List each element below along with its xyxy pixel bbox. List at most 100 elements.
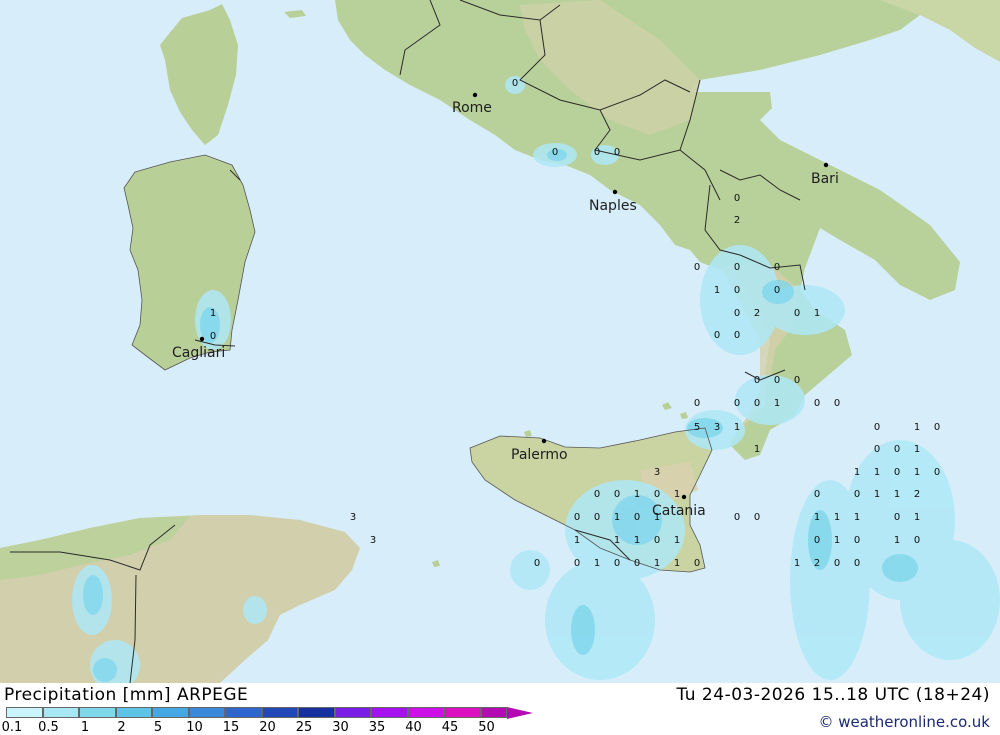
legend-swatch [115, 707, 152, 718]
precipitation-map: Rome Naples Bari Cagliari Palermo Catani… [0, 0, 1000, 683]
precip-value: 0 [614, 558, 620, 569]
precip-value: 1 [674, 535, 680, 546]
precip-value: 0 [854, 535, 860, 546]
legend-swatch [152, 707, 189, 718]
precip-value: 0 [734, 330, 740, 341]
city-label-rome: Rome [452, 100, 492, 116]
precip-value: 0 [874, 422, 880, 433]
precip-value: 1 [814, 512, 820, 523]
precip-value: 1 [594, 558, 600, 569]
precip-value: 3 [714, 422, 720, 433]
precip-value: 0 [734, 262, 740, 273]
precip-value: 0 [794, 308, 800, 319]
precip-value: 0 [754, 398, 760, 409]
precip-value: 0 [734, 398, 740, 409]
precip-value: 0 [734, 193, 740, 204]
precip-value: 0 [774, 262, 780, 273]
precip-value: 1 [654, 558, 660, 569]
precip-value: 1 [574, 535, 580, 546]
precip-value: 1 [794, 558, 800, 569]
precip-value: 1 [834, 535, 840, 546]
precip-value: 1 [634, 489, 640, 500]
precip-value: 0 [210, 331, 216, 342]
legend-swatch [480, 707, 507, 718]
precip-value: 0 [794, 375, 800, 386]
precip-value: 0 [894, 444, 900, 455]
legend-swatch [225, 707, 262, 718]
precip-value: 1 [914, 467, 920, 478]
precip-value: 0 [854, 558, 860, 569]
city-label-bari: Bari [811, 171, 839, 187]
precip-value: 0 [814, 535, 820, 546]
precip-value: 1 [914, 444, 920, 455]
precip-value: 1 [854, 512, 860, 523]
map-canvas: Rome Naples Bari Cagliari Palermo Catani… [0, 0, 1000, 683]
legend-swatch [261, 707, 298, 718]
precip-value: 1 [210, 308, 216, 319]
precip-value: 1 [914, 512, 920, 523]
color-legend: 0.1 0.5 1 2 5 10 15 20 25 30 35 40 45 50 [2, 707, 533, 735]
precip-value: 1 [774, 398, 780, 409]
precip-value: 2 [914, 489, 920, 500]
map-title: Precipitation [mm] ARPEGE [4, 685, 249, 705]
legend-swatch [334, 707, 371, 718]
precip-value: 0 [814, 398, 820, 409]
precip-value: 0 [614, 147, 620, 158]
precip-value: 1 [674, 489, 680, 500]
city-label-palermo: Palermo [511, 447, 568, 463]
precip-value: 0 [734, 512, 740, 523]
legend-swatch [444, 707, 481, 718]
precip-value: 0 [754, 375, 760, 386]
precip-value: 0 [734, 285, 740, 296]
precip-value: 3 [370, 535, 376, 546]
precip-value: 1 [894, 489, 900, 500]
precip-value: 1 [614, 535, 620, 546]
legend-swatch [371, 707, 408, 718]
precip-value: 1 [654, 512, 660, 523]
precip-value: 1 [914, 422, 920, 433]
legend-swatch [6, 707, 43, 718]
precip-value: 0 [654, 535, 660, 546]
precip-value: 3 [654, 467, 660, 478]
precip-value: 1 [754, 444, 760, 455]
precip-value: 1 [714, 285, 720, 296]
precip-value: 0 [574, 512, 580, 523]
precip-value: 0 [894, 467, 900, 478]
precip-value: 0 [512, 78, 518, 89]
precip-value: 0 [634, 558, 640, 569]
precip-value: 0 [854, 489, 860, 500]
precip-value: 1 [734, 422, 740, 433]
precip-value: 1 [894, 535, 900, 546]
legend-swatch [42, 707, 79, 718]
precip-value: 0 [614, 489, 620, 500]
precip-value: 0 [934, 467, 940, 478]
precip-value: 2 [814, 558, 820, 569]
precip-value: 1 [634, 535, 640, 546]
precip-value: 0 [874, 444, 880, 455]
precip-value: 0 [594, 489, 600, 500]
map-footer: Precipitation [mm] ARPEGE Tu 24-03-2026 … [0, 683, 1000, 735]
precip-value: 0 [834, 558, 840, 569]
precip-value: 0 [594, 147, 600, 158]
precip-value: 1 [674, 558, 680, 569]
legend-arrow-icon [507, 707, 533, 719]
precip-value: 1 [834, 512, 840, 523]
precip-value: 0 [714, 330, 720, 341]
precip-value: 0 [594, 512, 600, 523]
precip-value: 3 [350, 512, 356, 523]
precip-value: 5 [694, 422, 700, 433]
precip-value: 0 [634, 512, 640, 523]
precip-value: 0 [754, 512, 760, 523]
precip-value: 0 [914, 535, 920, 546]
credit-link[interactable]: © weatheronline.co.uk [818, 713, 990, 731]
legend-swatch [79, 707, 116, 718]
city-label-naples: Naples [589, 198, 637, 214]
precip-value: 0 [734, 308, 740, 319]
precip-value: 0 [552, 147, 558, 158]
precip-value: 0 [814, 489, 820, 500]
precip-value: 0 [774, 285, 780, 296]
precip-value: 1 [874, 467, 880, 478]
precip-value: 0 [934, 422, 940, 433]
precip-value: 0 [574, 558, 580, 569]
legend-swatch [188, 707, 225, 718]
